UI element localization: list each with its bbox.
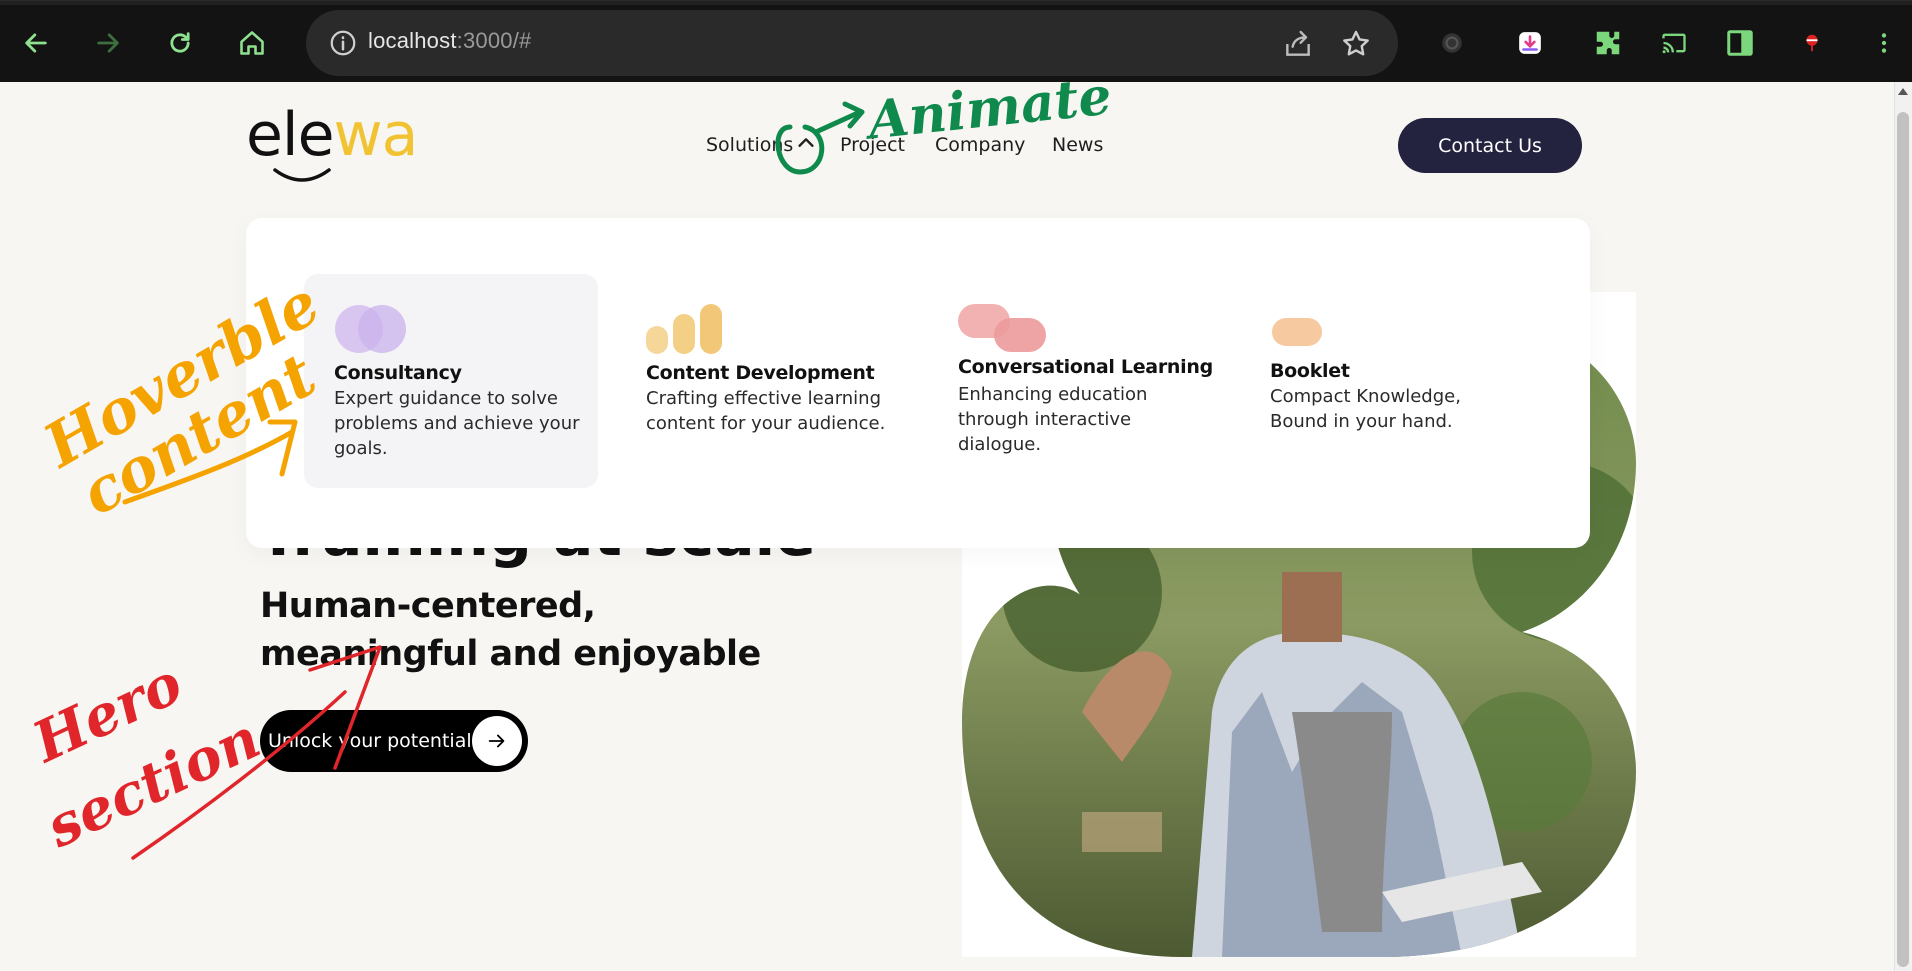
unlock-potential-button[interactable]: Unlock your potential bbox=[260, 710, 528, 772]
dropdown-item-title: Consultancy bbox=[334, 362, 462, 384]
info-icon[interactable] bbox=[328, 28, 358, 58]
reload-icon bbox=[170, 32, 190, 53]
solutions-dropdown: Consultancy Expert guidance to solve pro… bbox=[246, 218, 1590, 548]
reload-button[interactable] bbox=[162, 25, 198, 61]
arrow-right-icon bbox=[97, 33, 119, 53]
arrow-left-icon bbox=[25, 33, 47, 53]
url-text[interactable]: localhost:3000/# bbox=[368, 28, 531, 54]
share-icon[interactable] bbox=[1282, 28, 1314, 60]
menu-kebab-icon[interactable] bbox=[1868, 27, 1900, 59]
nav-solutions[interactable]: Solutions bbox=[706, 134, 793, 156]
nav-company[interactable]: Company bbox=[935, 134, 1025, 156]
cast-icon[interactable] bbox=[1658, 27, 1690, 59]
overlap-circles-icon bbox=[335, 305, 406, 353]
scroll-thumb[interactable] bbox=[1897, 112, 1909, 967]
dropdown-item-desc: Enhancing education through interactive … bbox=[958, 384, 1148, 455]
extensions-puzzle-icon[interactable] bbox=[1592, 27, 1624, 59]
extension-spiral-icon[interactable] bbox=[1436, 27, 1468, 59]
tab-strip-edge bbox=[0, 1, 1912, 5]
dropdown-item-title: Conversational Learning bbox=[958, 356, 1213, 378]
dropdown-item-desc: Expert guidance to solve problems and ac… bbox=[334, 388, 580, 459]
dropdown-item-title: Content Development bbox=[646, 362, 875, 384]
site-logo[interactable]: elewa bbox=[246, 100, 419, 170]
dropdown-item-booklet[interactable]: Booklet Compact Knowledge, Bound in your… bbox=[1240, 274, 1534, 488]
dropdown-item-desc: Crafting effective learning content for … bbox=[646, 388, 886, 434]
dropdown-item-title: Booklet bbox=[1270, 360, 1350, 382]
url-path: :3000/# bbox=[456, 28, 532, 53]
forward-button[interactable] bbox=[90, 25, 126, 61]
url-host: localhost bbox=[368, 28, 457, 53]
home-icon bbox=[240, 31, 264, 55]
annotation-hero-line2: section bbox=[36, 705, 270, 861]
cta-arrow-circle bbox=[472, 716, 522, 766]
scroll-up-arrow-icon[interactable] bbox=[1898, 88, 1908, 95]
cta-label: Unlock your potential bbox=[268, 730, 472, 752]
back-button[interactable] bbox=[18, 25, 54, 61]
contact-us-button[interactable]: Contact Us bbox=[1398, 118, 1582, 173]
bar-growth-icon bbox=[646, 304, 722, 354]
logo-text-primary: ele bbox=[246, 100, 334, 170]
nav-project[interactable]: Project bbox=[840, 134, 905, 156]
chevron-up-icon[interactable] bbox=[795, 132, 817, 154]
pill-booklet-icon bbox=[1272, 318, 1322, 346]
side-panel-icon[interactable] bbox=[1724, 27, 1756, 59]
dropdown-item-conversational-learning[interactable]: Conversational Learning Enhancing educat… bbox=[928, 274, 1222, 488]
profile-avatar-icon[interactable] bbox=[1796, 27, 1828, 59]
dropdown-item-desc: Compact Knowledge, Bound in your hand. bbox=[1270, 386, 1461, 432]
dropdown-item-consultancy[interactable]: Consultancy Expert guidance to solve pro… bbox=[304, 274, 598, 488]
hero-subtitle: Human-centered, meaningful and enjoyable bbox=[260, 586, 761, 674]
home-button[interactable] bbox=[234, 25, 270, 61]
browser-toolbar: localhost:3000/# bbox=[0, 0, 1912, 82]
arrow-right-icon bbox=[488, 734, 505, 748]
logo-text-accent: wa bbox=[333, 100, 419, 170]
extension-download-icon[interactable] bbox=[1514, 27, 1546, 59]
annotation-hero-line1: Hero bbox=[23, 650, 193, 776]
chat-bubbles-icon bbox=[958, 304, 1046, 352]
logo-smile-icon bbox=[273, 168, 331, 182]
star-icon[interactable] bbox=[1340, 28, 1372, 60]
nav-news[interactable]: News bbox=[1052, 134, 1103, 156]
dropdown-item-content-development[interactable]: Content Development Crafting effective l… bbox=[616, 274, 910, 488]
address-bar[interactable]: localhost:3000/# bbox=[306, 10, 1398, 76]
